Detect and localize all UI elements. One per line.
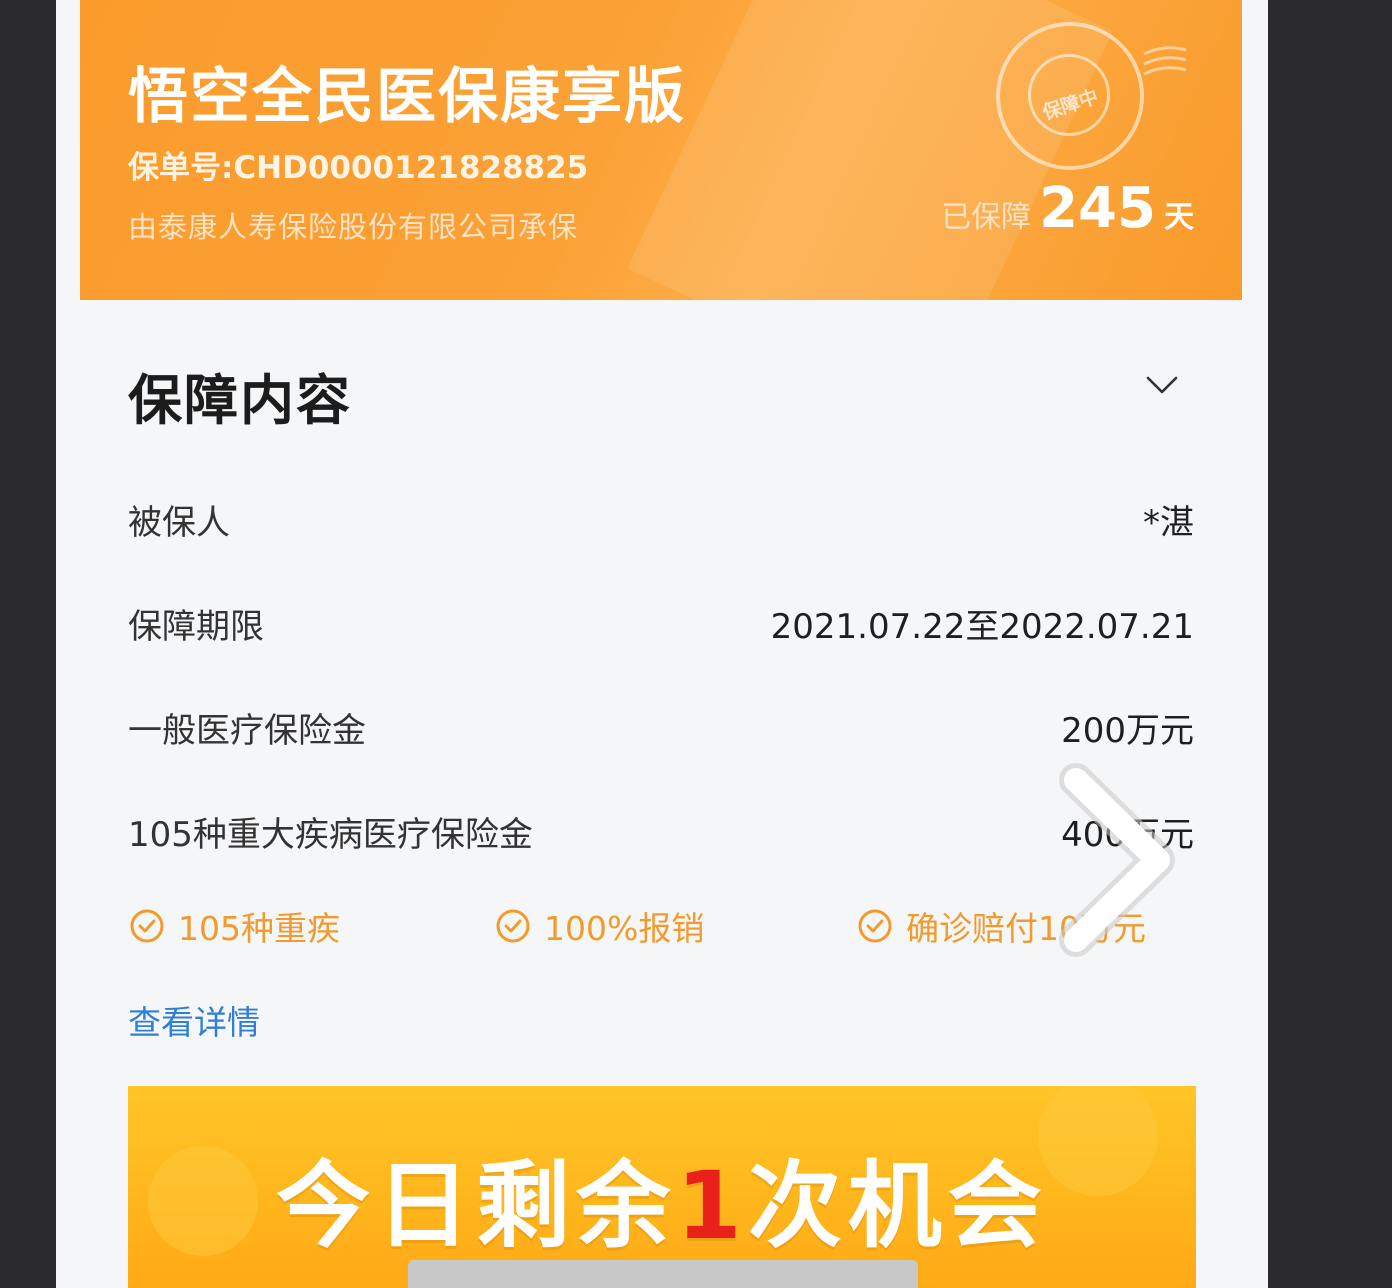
guarded-days-number: 245 bbox=[1039, 176, 1156, 241]
chevron-down-icon[interactable] bbox=[1144, 370, 1180, 400]
row-critical-illness: 105种重大疾病医疗保险金 400万元 bbox=[128, 806, 1194, 856]
chance-action-button[interactable] bbox=[408, 1260, 918, 1288]
feature-label: 100%报销 bbox=[544, 909, 705, 948]
feature-label: 105种重疾 bbox=[178, 909, 340, 948]
policy-card[interactable]: 悟空全民医保康享版 保单号:CHD0000121828825 由泰康人寿保险股份… bbox=[80, 0, 1242, 300]
check-circle-icon bbox=[496, 909, 530, 943]
chance-prefix: 今日剩余 bbox=[276, 1152, 677, 1261]
feature-tags: 105种重疾 100%报销 确诊赔付10万元 bbox=[128, 902, 1194, 958]
check-circle-icon bbox=[858, 909, 892, 943]
policy-underwriter: 由泰康人寿保险股份有限公司承保 bbox=[128, 210, 579, 244]
feature-tag: 100%报销 bbox=[494, 902, 704, 950]
chance-banner[interactable]: 今日剩余1次机会 bbox=[128, 1086, 1196, 1288]
section-title: 保障内容 bbox=[128, 369, 352, 432]
row-general-medical: 一般医疗保险金 200万元 bbox=[128, 702, 1194, 752]
row-label: 一般医疗保险金 bbox=[128, 710, 366, 751]
guarded-label: 已保障 bbox=[941, 200, 1032, 235]
row-period: 保障期限 2021.07.22至2022.07.21 bbox=[128, 598, 1194, 648]
status-stamp-icon: 保障中 bbox=[996, 22, 1144, 170]
chevron-right-icon[interactable] bbox=[1046, 750, 1186, 970]
guarded-days: 已保障 245 天 bbox=[941, 176, 1194, 241]
row-label: 被保人 bbox=[128, 502, 230, 543]
row-label: 保障期限 bbox=[128, 606, 264, 647]
policy-number: 保单号:CHD0000121828825 bbox=[128, 150, 589, 186]
view-details-link[interactable]: 查看详情 bbox=[128, 996, 260, 1044]
guarded-days-unit: 天 bbox=[1164, 200, 1194, 235]
row-value: 200万元 bbox=[1061, 710, 1194, 751]
row-value: *湛 bbox=[1143, 502, 1194, 543]
chance-suffix: 次机会 bbox=[747, 1152, 1048, 1261]
phone-screen: 悟空全民医保康享版 保单号:CHD0000121828825 由泰康人寿保险股份… bbox=[56, 0, 1268, 1288]
feature-tag: 105种重疾 bbox=[128, 902, 340, 950]
row-insured: 被保人 *湛 bbox=[128, 494, 1194, 544]
check-circle-icon bbox=[130, 909, 164, 943]
chance-text: 今日剩余1次机会 bbox=[128, 1130, 1196, 1266]
chance-count: 1 bbox=[676, 1152, 748, 1261]
postmark-lines-icon bbox=[1143, 46, 1187, 76]
policy-title: 悟空全民医保康享版 bbox=[128, 62, 686, 132]
row-label: 105种重大疾病医疗保险金 bbox=[128, 814, 533, 855]
row-value: 2021.07.22至2022.07.21 bbox=[770, 606, 1194, 647]
